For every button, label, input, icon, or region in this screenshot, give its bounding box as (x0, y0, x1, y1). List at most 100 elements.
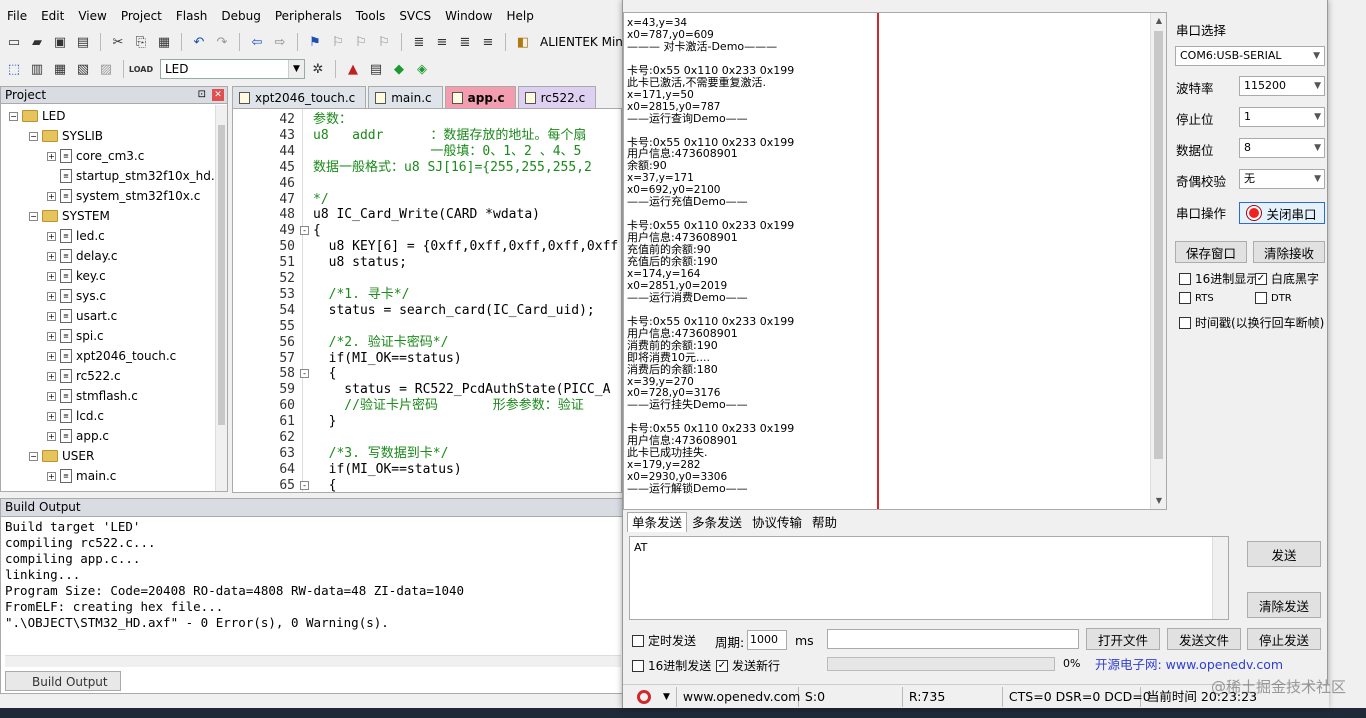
tree-item[interactable]: + ≡ key.c (47, 266, 106, 286)
expand-icon[interactable]: + (47, 291, 56, 301)
send-tab[interactable]: 协议传输 (747, 512, 807, 532)
timestamp-option[interactable]: 时间戳(以换行回车断帧) (1179, 314, 1324, 331)
menu-file[interactable]: File (0, 5, 34, 27)
tree-item[interactable]: + ≡ led.c (47, 226, 105, 246)
nav-forward-icon[interactable]: ⇨ (270, 32, 290, 52)
tab-file[interactable]: xpt2046_touch.c (232, 86, 367, 108)
tree-item[interactable]: ≡ startup_stm32f10x_hd.s (47, 166, 221, 186)
close-icon[interactable]: ✕ (212, 89, 224, 101)
vertical-scrollbar[interactable]: ▲ ▼ (1150, 13, 1166, 509)
expand-icon[interactable]: + (47, 431, 56, 441)
data-bits-select[interactable]: 8 ▼ (1239, 138, 1325, 158)
expand-icon[interactable]: + (47, 271, 56, 281)
tree-item[interactable]: + ≡ stmflash.c (47, 386, 138, 406)
save-all-icon[interactable]: ▤ (73, 32, 93, 52)
receive-area[interactable]: ▲ ▼ x=43,y=34 x0=787,y0=609 ——— 对卡激活-Demo—… (623, 12, 1167, 510)
file-path-input[interactable] (827, 629, 1079, 649)
tree-item[interactable]: + ≡ delay.c (47, 246, 118, 266)
menu-flash[interactable]: Flash (169, 5, 214, 27)
timestamp-checkbox[interactable] (1179, 316, 1191, 329)
translate-icon[interactable]: ⬚ (4, 59, 24, 79)
pin-icon[interactable]: ⊡ (198, 87, 206, 103)
batch-build-icon[interactable]: ▧ (73, 59, 93, 79)
bookmark-icon[interactable]: ⚑ (305, 32, 325, 52)
menu-svcs[interactable]: SVCS (392, 5, 438, 27)
file-extensions-icon[interactable]: ▤ (366, 59, 386, 79)
send-tab[interactable]: 帮助 (807, 512, 842, 532)
dropdown-arrow-icon[interactable]: ▼ (657, 686, 677, 707)
expand-icon[interactable]: + (47, 371, 56, 381)
expand-icon[interactable]: + (47, 151, 56, 161)
vertical-scrollbar[interactable] (215, 105, 227, 491)
tree-item[interactable]: − SYSTEM (29, 206, 110, 226)
menu-project[interactable]: Project (114, 5, 169, 27)
build-output-tab[interactable]: Build Output (5, 671, 121, 691)
status-site[interactable]: www.openedv.com (677, 686, 800, 707)
fold-icon[interactable]: - (300, 480, 309, 490)
manage-packs-icon[interactable]: ◆ (389, 59, 409, 79)
white-bg-option[interactable]: ✓ 白底黑字 (1255, 270, 1319, 287)
collapse-icon[interactable]: − (29, 211, 38, 221)
tab-file[interactable]: main.c (368, 86, 443, 108)
tree-item[interactable]: + ≡ core_cm3.c (47, 146, 144, 166)
parity-select[interactable]: 无 ▼ (1239, 169, 1325, 189)
close-port-button[interactable]: 关闭串口 (1239, 202, 1325, 224)
stop-send-button[interactable]: 停止发送 (1247, 628, 1321, 650)
send-file-button[interactable]: 发送文件 (1167, 628, 1241, 650)
hex-send-checkbox[interactable] (632, 659, 644, 672)
stop-bits-select[interactable]: 1 ▼ (1239, 107, 1325, 127)
run-time-env-icon[interactable]: ◈ (412, 59, 432, 79)
settings-gear-icon[interactable] (637, 689, 651, 704)
stop-build-icon[interactable]: ▨ (96, 59, 116, 79)
open-folder-icon[interactable]: ▰ (27, 32, 47, 52)
send-tab[interactable]: 多条发送 (687, 512, 747, 532)
dtr-option[interactable]: DTR (1255, 292, 1292, 304)
collapse-icon[interactable]: − (9, 111, 18, 121)
target-options-icon[interactable]: ✲ (308, 59, 328, 79)
collapse-icon[interactable]: − (29, 451, 38, 461)
horizontal-scrollbar[interactable] (5, 655, 621, 667)
manage-components-icon[interactable]: ▲ (343, 59, 363, 79)
tab-file[interactable]: app.c (444, 86, 516, 108)
tree-item[interactable]: + ≡ main.c (47, 466, 116, 486)
download-icon[interactable]: LOAD (129, 59, 153, 79)
tree-item[interactable]: − LED (9, 106, 66, 126)
send-newline-checkbox[interactable]: ✓ (716, 659, 728, 672)
build-icon[interactable]: ▥ (27, 59, 47, 79)
menu-debug[interactable]: Debug (214, 5, 267, 27)
nav-back-icon[interactable]: ⇦ (247, 32, 267, 52)
project-icon[interactable]: ◧ (513, 32, 533, 52)
expand-icon[interactable]: + (47, 311, 56, 321)
scroll-up-icon[interactable]: ▲ (1151, 13, 1166, 29)
expand-icon[interactable]: + (47, 411, 56, 421)
openedv-link[interactable]: 开源电子网: www.openedv.com (1095, 654, 1283, 673)
timed-send-checkbox[interactable] (632, 634, 644, 647)
open-file-button[interactable]: 打开文件 (1086, 628, 1160, 650)
send-button[interactable]: 发送 (1247, 541, 1321, 567)
expand-icon[interactable]: + (47, 471, 56, 481)
expand-icon[interactable]: + (47, 351, 56, 361)
send-input[interactable]: AT (629, 536, 1229, 620)
hex-display-checkbox[interactable] (1179, 272, 1191, 285)
undo-icon[interactable]: ↶ (189, 32, 209, 52)
save-icon[interactable]: ▣ (50, 32, 70, 52)
expand-icon[interactable]: + (47, 391, 56, 401)
tree-item[interactable]: − USER (29, 446, 94, 466)
timed-send-option[interactable]: 定时发送 (632, 632, 696, 649)
comment-icon[interactable]: ≣ (455, 32, 475, 52)
vertical-scrollbar[interactable] (1212, 537, 1228, 619)
menu-edit[interactable]: Edit (34, 5, 71, 27)
bookmark-prev-icon[interactable]: ⚐ (328, 32, 348, 52)
period-input[interactable]: 1000 (747, 630, 787, 650)
send-newline-option[interactable]: ✓ 发送新行 (716, 657, 780, 674)
scroll-thumb[interactable] (1154, 31, 1163, 459)
hex-display-option[interactable]: 16进制显示 (1179, 270, 1258, 287)
clear-send-button[interactable]: 清除发送 (1247, 592, 1321, 618)
tree-item[interactable]: − SYSLIB (29, 126, 103, 146)
redo-icon[interactable]: ↷ (212, 32, 232, 52)
tree-item[interactable]: + ≡ system_stm32f10x.c (47, 186, 200, 206)
tree-item[interactable]: + ≡ app.c (47, 426, 109, 446)
new-file-icon[interactable]: ▭ (4, 32, 24, 52)
expand-icon[interactable]: + (47, 251, 56, 261)
expand-icon[interactable]: + (47, 331, 56, 341)
